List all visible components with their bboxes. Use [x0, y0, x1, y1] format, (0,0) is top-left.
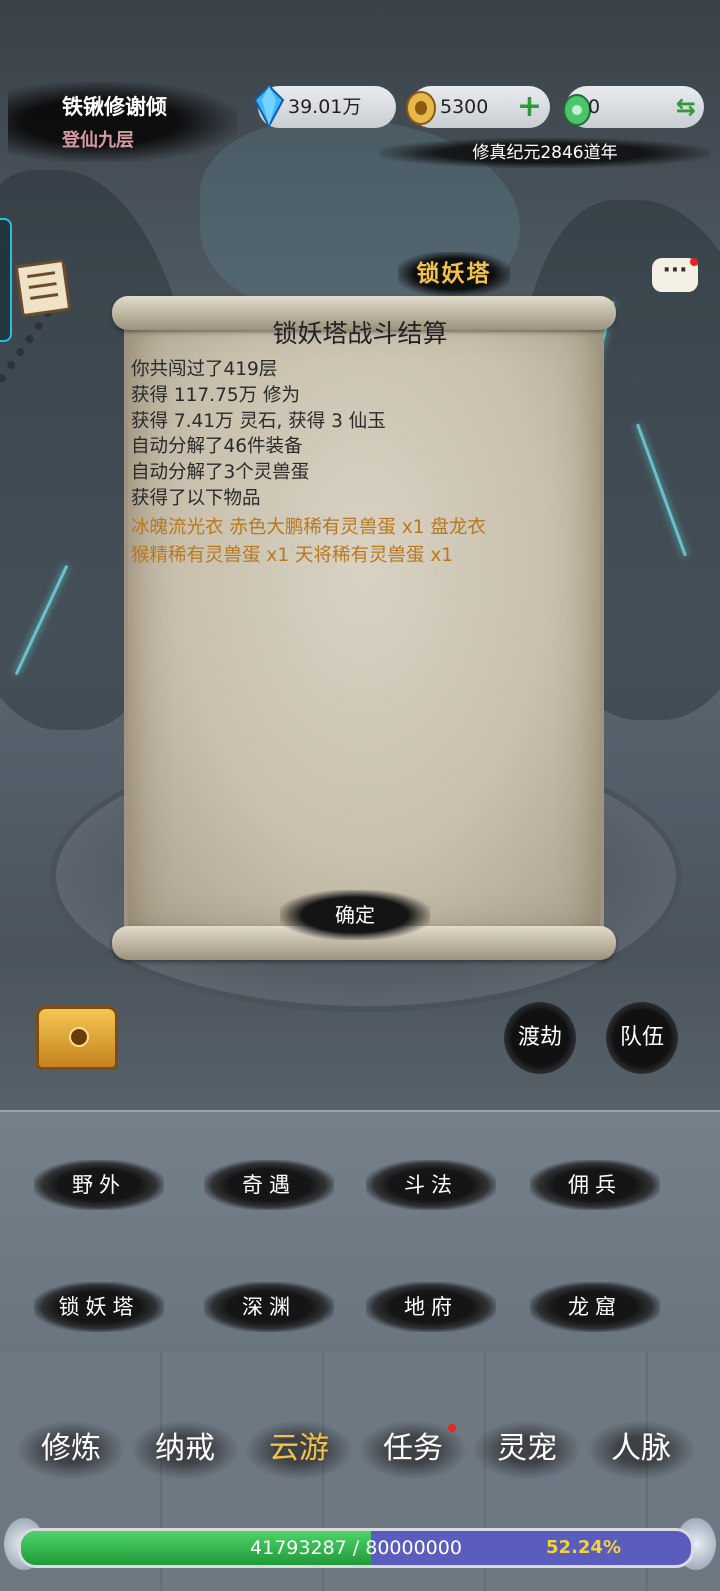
player-rank: 登仙九层 — [62, 130, 134, 151]
location-title: 锁妖塔 — [398, 252, 510, 296]
activity-abyss-button[interactable]: 深渊 — [204, 1282, 334, 1332]
spirit-stone-counter: 39.01万 — [253, 84, 396, 128]
bottom-tab-bar: 修炼 纳戒 云游 任务 灵宠 人脉 — [0, 1420, 720, 1480]
activity-encounter-button[interactable]: 奇遇 — [204, 1160, 334, 1210]
treasure-chest-icon[interactable] — [36, 1006, 118, 1070]
tab-pets[interactable]: 灵宠 — [472, 1420, 582, 1480]
reward-items: 冰魄流光衣 赤色大鹏稀有灵兽蛋 x1 盘龙衣 猴精稀有灵兽蛋 x1 天将稀有灵兽… — [131, 514, 581, 570]
activity-duel-button[interactable]: 斗法 — [366, 1160, 496, 1210]
gold-coin-icon — [406, 91, 436, 125]
coin-value: 5300 — [440, 96, 489, 118]
dialog-title: 锁妖塔战斗结算 — [272, 319, 448, 348]
chat-notification-dot — [690, 258, 698, 266]
activity-wild-button[interactable]: 野外 — [34, 1160, 164, 1210]
tab-cultivate[interactable]: 修炼 — [16, 1420, 126, 1480]
tab-storage-ring[interactable]: 纳戒 — [130, 1420, 240, 1480]
exchange-jade-button[interactable]: ⇆ — [676, 86, 696, 128]
activity-mercenary-button[interactable]: 佣兵 — [530, 1160, 660, 1210]
cultivation-progress-bar: 41793287 / 80000000 52.24% — [18, 1528, 694, 1568]
result-line: 你共闯过了419层 — [131, 359, 278, 380]
result-line: 获得了以下物品 — [131, 487, 261, 509]
tribulation-button[interactable]: 渡劫 — [504, 1002, 576, 1074]
blue-crystal-icon — [253, 84, 285, 128]
progress-percent: 52.24% — [546, 1537, 621, 1558]
reward-item-line: 猴精稀有灵兽蛋 x1 天将稀有灵兽蛋 x1 — [131, 545, 454, 566]
add-coin-button[interactable]: + — [517, 86, 542, 128]
jade-value: 0 — [588, 96, 601, 118]
tab-travel[interactable]: 云游 — [244, 1420, 354, 1480]
player-name: 铁锹修谢倾 — [62, 95, 167, 119]
tab-connections[interactable]: 人脉 — [586, 1420, 696, 1480]
result-summary: 你共闯过了419层 获得 117.75万 修为 获得 7.41万 灵石, 获得 … — [131, 357, 581, 512]
spirit-stone-value: 39.01万 — [288, 96, 362, 118]
era-date: 修真纪元2846道年 — [380, 138, 710, 168]
result-line: 获得 117.75万 修为 — [131, 384, 300, 406]
jade-counter: 0 ⇆ — [563, 86, 704, 128]
team-button[interactable]: 队伍 — [606, 1002, 678, 1074]
result-line: 自动分解了46件装备 — [131, 436, 303, 458]
tasks-notification-dot — [448, 1424, 456, 1432]
scroll-log-icon[interactable] — [14, 258, 72, 318]
result-line: 获得 7.41万 灵石, 获得 3 仙玉 — [131, 410, 386, 432]
reward-item-line: 冰魄流光衣 赤色大鹏稀有灵兽蛋 x1 盘龙衣 — [131, 517, 486, 538]
coin-counter: 5300 + — [406, 86, 550, 128]
result-line: 自动分解了3个灵兽蛋 — [131, 462, 310, 484]
activity-underworld-button[interactable]: 地府 — [366, 1282, 496, 1332]
activity-dragon-cave-button[interactable]: 龙窟 — [530, 1282, 660, 1332]
activity-demon-tower-button[interactable]: 锁妖塔 — [34, 1282, 164, 1332]
confirm-button[interactable]: 确定 — [280, 890, 430, 940]
